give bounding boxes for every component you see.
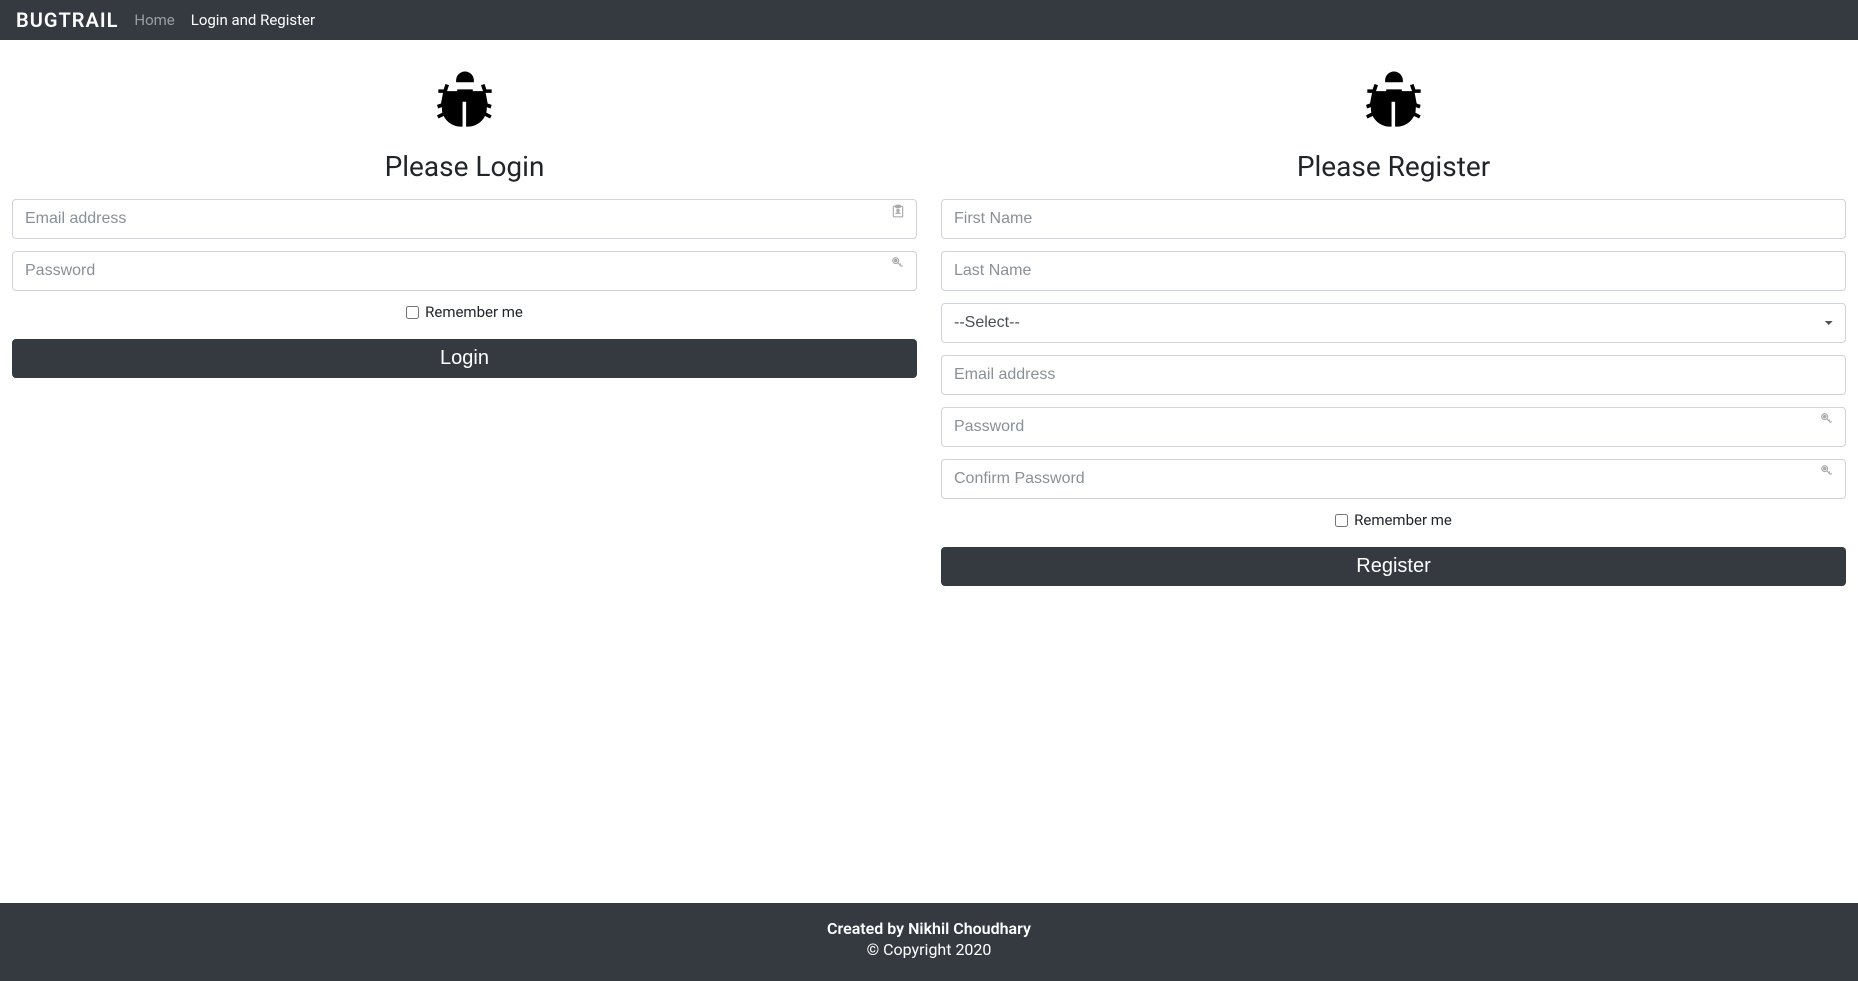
navbar-brand[interactable]: BUGTRAIL — [16, 8, 118, 32]
register-panel: Please Register --Select-- — [941, 64, 1846, 586]
login-title: Please Login — [385, 150, 545, 183]
footer-creator: Created by Nikhil Choudhary — [0, 919, 1858, 938]
bug-icon — [429, 64, 501, 136]
login-remember-label: Remember me — [425, 303, 523, 321]
register-remember-checkbox[interactable] — [1335, 514, 1348, 527]
main-content: Please Login Remember me Login — [0, 40, 1858, 903]
bug-icon — [1358, 64, 1430, 136]
login-password-input[interactable] — [12, 251, 917, 291]
register-button[interactable]: Register — [941, 547, 1846, 586]
nav-link-home[interactable]: Home — [134, 11, 174, 29]
footer: Created by Nikhil Choudhary © Copyright … — [0, 903, 1858, 981]
navbar: BUGTRAIL Home Login and Register — [0, 0, 1858, 40]
register-firstname-input[interactable] — [941, 199, 1846, 239]
register-email-input[interactable] — [941, 355, 1846, 395]
register-lastname-input[interactable] — [941, 251, 1846, 291]
register-password-input[interactable] — [941, 407, 1846, 447]
register-confirm-password-input[interactable] — [941, 459, 1846, 499]
register-remember-label: Remember me — [1354, 511, 1452, 529]
login-remember-checkbox[interactable] — [406, 306, 419, 319]
register-title: Please Register — [1297, 150, 1490, 183]
register-role-select[interactable]: --Select-- — [941, 303, 1846, 343]
nav-link-login-register[interactable]: Login and Register — [191, 11, 315, 29]
login-button[interactable]: Login — [12, 339, 917, 378]
footer-copyright: © Copyright 2020 — [0, 940, 1858, 959]
login-email-input[interactable] — [12, 199, 917, 239]
login-panel: Please Login Remember me Login — [12, 64, 917, 586]
